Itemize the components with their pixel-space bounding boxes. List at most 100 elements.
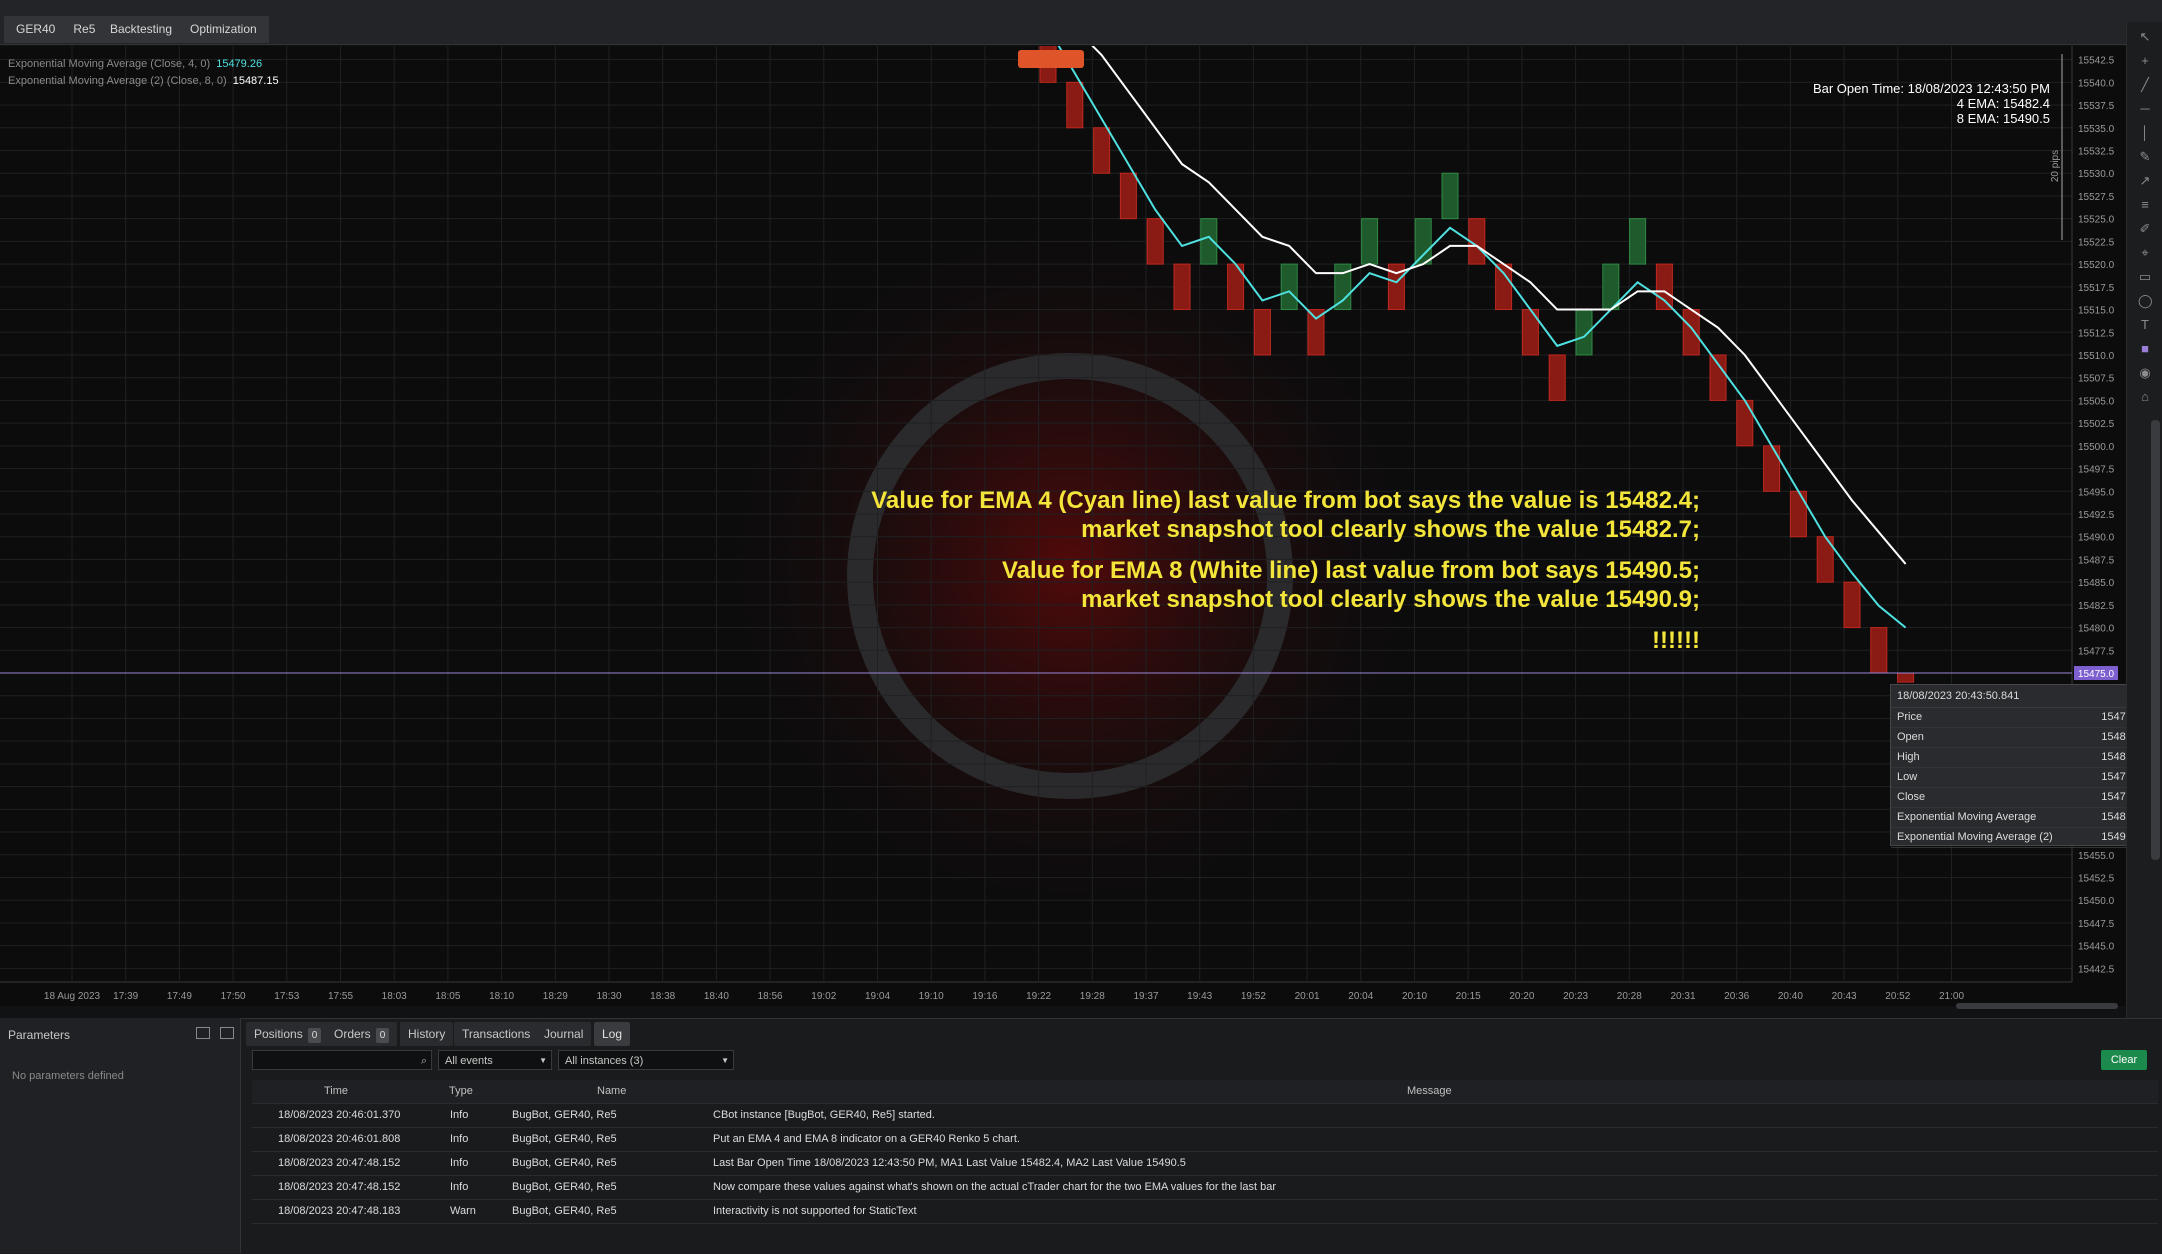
x-axis-tick-label: 21:00 (1939, 991, 1964, 1002)
events-filter-value: All events (445, 1055, 493, 1067)
tab-ger40-re5[interactable]: GER40 Re5 (4, 16, 108, 43)
color-picker-icon[interactable]: ■ (2138, 342, 2152, 356)
log-name: BugBot, GER40, Re5 (512, 1181, 617, 1193)
x-axis-tick-label: 17:50 (221, 991, 246, 1002)
renko-brick-down (1307, 309, 1325, 356)
log-search-input[interactable]: ⌕ (252, 1050, 432, 1070)
y-axis-tick-label: 15442.5 (2078, 964, 2115, 975)
tab-symbol-label: GER40 (16, 22, 56, 36)
y-axis-tick-label: 15455.0 (2078, 851, 2115, 862)
x-axis-tick-label: 18:29 (543, 991, 568, 1002)
eye-icon[interactable]: ◉ (2138, 366, 2152, 380)
x-axis-tick-label: 18:10 (489, 991, 514, 1002)
fibonacci-icon[interactable]: ≡ (2138, 198, 2152, 212)
x-axis-tick-label: 18:38 (650, 991, 675, 1002)
renko-brick-down (1548, 354, 1566, 401)
tab-positions-label: Positions (254, 1027, 303, 1041)
y-axis-tick-label: 15447.5 (2078, 919, 2115, 930)
x-axis-tick-label: 19:28 (1080, 991, 1105, 1002)
text-tool-icon[interactable]: T (2138, 318, 2152, 332)
lock-icon[interactable]: ⌂ (2138, 390, 2152, 404)
ellipse-icon[interactable]: ◯ (2138, 294, 2153, 308)
renko-brick-down (1789, 490, 1807, 538)
log-name: BugBot, GER40, Re5 (512, 1205, 617, 1217)
parameters-panel: Parameters No parameters defined (0, 1018, 241, 1253)
crosshair-icon[interactable]: + (2138, 54, 2152, 68)
renko-brick-up (1629, 218, 1647, 265)
col-header-message[interactable]: Message (1407, 1085, 1452, 1097)
y-axis-tick-label: 15482.5 (2078, 601, 2115, 612)
minimize-icon[interactable] (196, 1027, 210, 1039)
toolbar-scrollbar[interactable] (2151, 420, 2160, 860)
tab-history-label: History (408, 1027, 446, 1041)
vertical-line-icon[interactable]: │ (2138, 126, 2152, 140)
log-time: 18/08/2023 20:47:48.183 (278, 1205, 401, 1217)
y-axis-tick-label: 15452.5 (2078, 873, 2115, 884)
annotation-line-3: Value for EMA 8 (White line) last value … (1002, 557, 1700, 584)
measure-icon[interactable]: ⌖ (2138, 246, 2152, 260)
log-row[interactable]: 18/08/2023 20:47:48.183 Warn BugBot, GER… (252, 1200, 2158, 1224)
tab-journal[interactable]: Journal (536, 1022, 592, 1046)
log-row[interactable]: 18/08/2023 20:46:01.370 Info BugBot, GER… (252, 1104, 2158, 1128)
x-axis-tick-label: 18:03 (382, 991, 407, 1002)
y-axis-tick-label: 15445.0 (2078, 942, 2115, 953)
log-table: Time Type Name Message 18/08/2023 20:46:… (252, 1080, 2158, 1224)
log-type: Warn (450, 1205, 476, 1217)
log-table-header: Time Type Name Message (252, 1080, 2158, 1104)
horizontal-line-icon[interactable]: ─ (2138, 102, 2152, 116)
legend-ema-4[interactable]: Exponential Moving Average (Close, 4, 0)… (8, 56, 279, 73)
y-axis-tick-label: 15540.0 (2078, 78, 2115, 89)
clear-log-button[interactable]: Clear (2101, 1050, 2147, 1070)
log-message: Last Bar Open Time 18/08/2023 12:43:50 P… (713, 1157, 1186, 1169)
chevron-down-icon: ▼ (539, 1056, 547, 1065)
line-tool-icon[interactable]: ╱ (2138, 78, 2152, 92)
y-axis-tick-label: 15510.0 (2078, 351, 2115, 362)
y-axis-tick-label: 15495.0 (2078, 487, 2115, 498)
log-row[interactable]: 18/08/2023 20:47:48.152 Info BugBot, GER… (252, 1176, 2158, 1200)
snapshot-label: Open (1897, 731, 1924, 743)
col-header-name[interactable]: Name (597, 1085, 626, 1097)
chart-horizontal-scrollbar[interactable] (1956, 1003, 2118, 1009)
cursor-icon[interactable]: ↖ (2138, 30, 2152, 44)
tab-history[interactable]: History (400, 1022, 454, 1046)
x-axis-tick-label: 19:16 (972, 991, 997, 1002)
y-axis-tick-label: 15490.0 (2078, 533, 2115, 544)
tab-backtesting[interactable]: Backtesting (98, 16, 185, 43)
snapshot-row-ema: Exponential Moving Average 15482.7 (1891, 808, 2147, 828)
rectangle-icon[interactable]: ▭ (2138, 270, 2152, 284)
tab-transactions[interactable]: Transactions (454, 1022, 539, 1046)
ray-icon[interactable]: ↗ (2138, 174, 2152, 188)
snapshot-label: High (1897, 751, 1920, 763)
instances-filter-select[interactable]: All instances (3) ▼ (558, 1050, 734, 1070)
tab-positions[interactable]: Positions 0 (246, 1022, 330, 1046)
instances-filter-value: All instances (3) (565, 1055, 644, 1067)
x-axis-tick-label: 20:20 (1509, 991, 1534, 1002)
tab-optimization[interactable]: Optimization (178, 16, 269, 43)
events-filter-select[interactable]: All events ▼ (438, 1050, 552, 1070)
log-type: Info (450, 1181, 469, 1193)
annotation-line-1: Value for EMA 4 (Cyan line) last value f… (871, 487, 1700, 514)
y-axis-tick-label: 15522.5 (2078, 237, 2115, 248)
y-axis-tick-label: 15525.0 (2078, 215, 2115, 226)
y-axis-tick-label: 15480.0 (2078, 624, 2115, 635)
legend-ema-4-label: Exponential Moving Average (Close, 4, 0) (8, 58, 211, 70)
y-axis-tick-label: 15497.5 (2078, 465, 2115, 476)
y-axis-tick-label: 15517.5 (2078, 283, 2115, 294)
legend-ema-8[interactable]: Exponential Moving Average (2) (Close, 8… (8, 73, 279, 90)
x-axis-tick-label: 19:10 (919, 991, 944, 1002)
col-header-time[interactable]: Time (324, 1085, 348, 1097)
search-icon: ⌕ (420, 1055, 427, 1067)
window-icon[interactable] (220, 1027, 234, 1039)
pencil-icon[interactable]: ✎ (2138, 150, 2152, 164)
renko-brick-down (1897, 672, 1915, 683)
tab-timeframe-label: Re5 (73, 22, 96, 36)
renko-brick-down (1709, 354, 1727, 401)
log-row[interactable]: 18/08/2023 20:46:01.808 Info BugBot, GER… (252, 1128, 2158, 1152)
bar-open-ema4: 4 EMA: 15482.4 (1956, 96, 2050, 111)
tab-log[interactable]: Log (594, 1022, 631, 1046)
x-axis-tick-label: 19:52 (1241, 991, 1266, 1002)
log-row[interactable]: 18/08/2023 20:47:48.152 Info BugBot, GER… (252, 1152, 2158, 1176)
col-header-type[interactable]: Type (449, 1085, 473, 1097)
brush-icon[interactable]: ✐ (2138, 222, 2152, 236)
tab-orders[interactable]: Orders 0 (326, 1022, 398, 1046)
